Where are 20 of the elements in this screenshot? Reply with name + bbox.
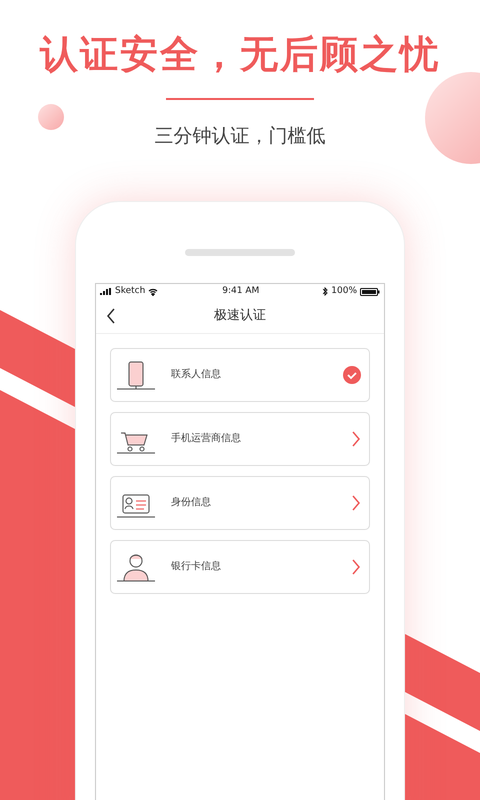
item-label: 银行卡信息 bbox=[171, 560, 222, 574]
status-time: 9:41 AM bbox=[222, 284, 260, 298]
phone-icon bbox=[115, 358, 157, 390]
nav-title: 极速认证 bbox=[214, 307, 266, 326]
signal-icon bbox=[100, 288, 112, 295]
verification-item[interactable]: 身份信息 bbox=[110, 476, 370, 530]
verification-item[interactable]: 手机运营商信息 bbox=[110, 412, 370, 466]
verification-item[interactable]: 联系人信息 bbox=[110, 348, 370, 402]
bluetooth-icon bbox=[323, 287, 328, 296]
headline: 认证安全，无后顾之忧 bbox=[40, 31, 440, 78]
small-circle-decoration bbox=[38, 104, 64, 130]
item-label: 身份信息 bbox=[171, 496, 212, 510]
item-label: 联系人信息 bbox=[171, 368, 222, 382]
item-label: 手机运营商信息 bbox=[171, 432, 242, 446]
carrier-name: Sketch bbox=[115, 284, 146, 298]
verification-item[interactable]: 银行卡信息 bbox=[110, 540, 370, 594]
battery-percent: 100% bbox=[331, 284, 357, 298]
subtitle: 三分钟认证，门槛低 bbox=[154, 124, 326, 149]
battery-icon bbox=[360, 288, 380, 296]
wifi-icon bbox=[148, 288, 158, 296]
